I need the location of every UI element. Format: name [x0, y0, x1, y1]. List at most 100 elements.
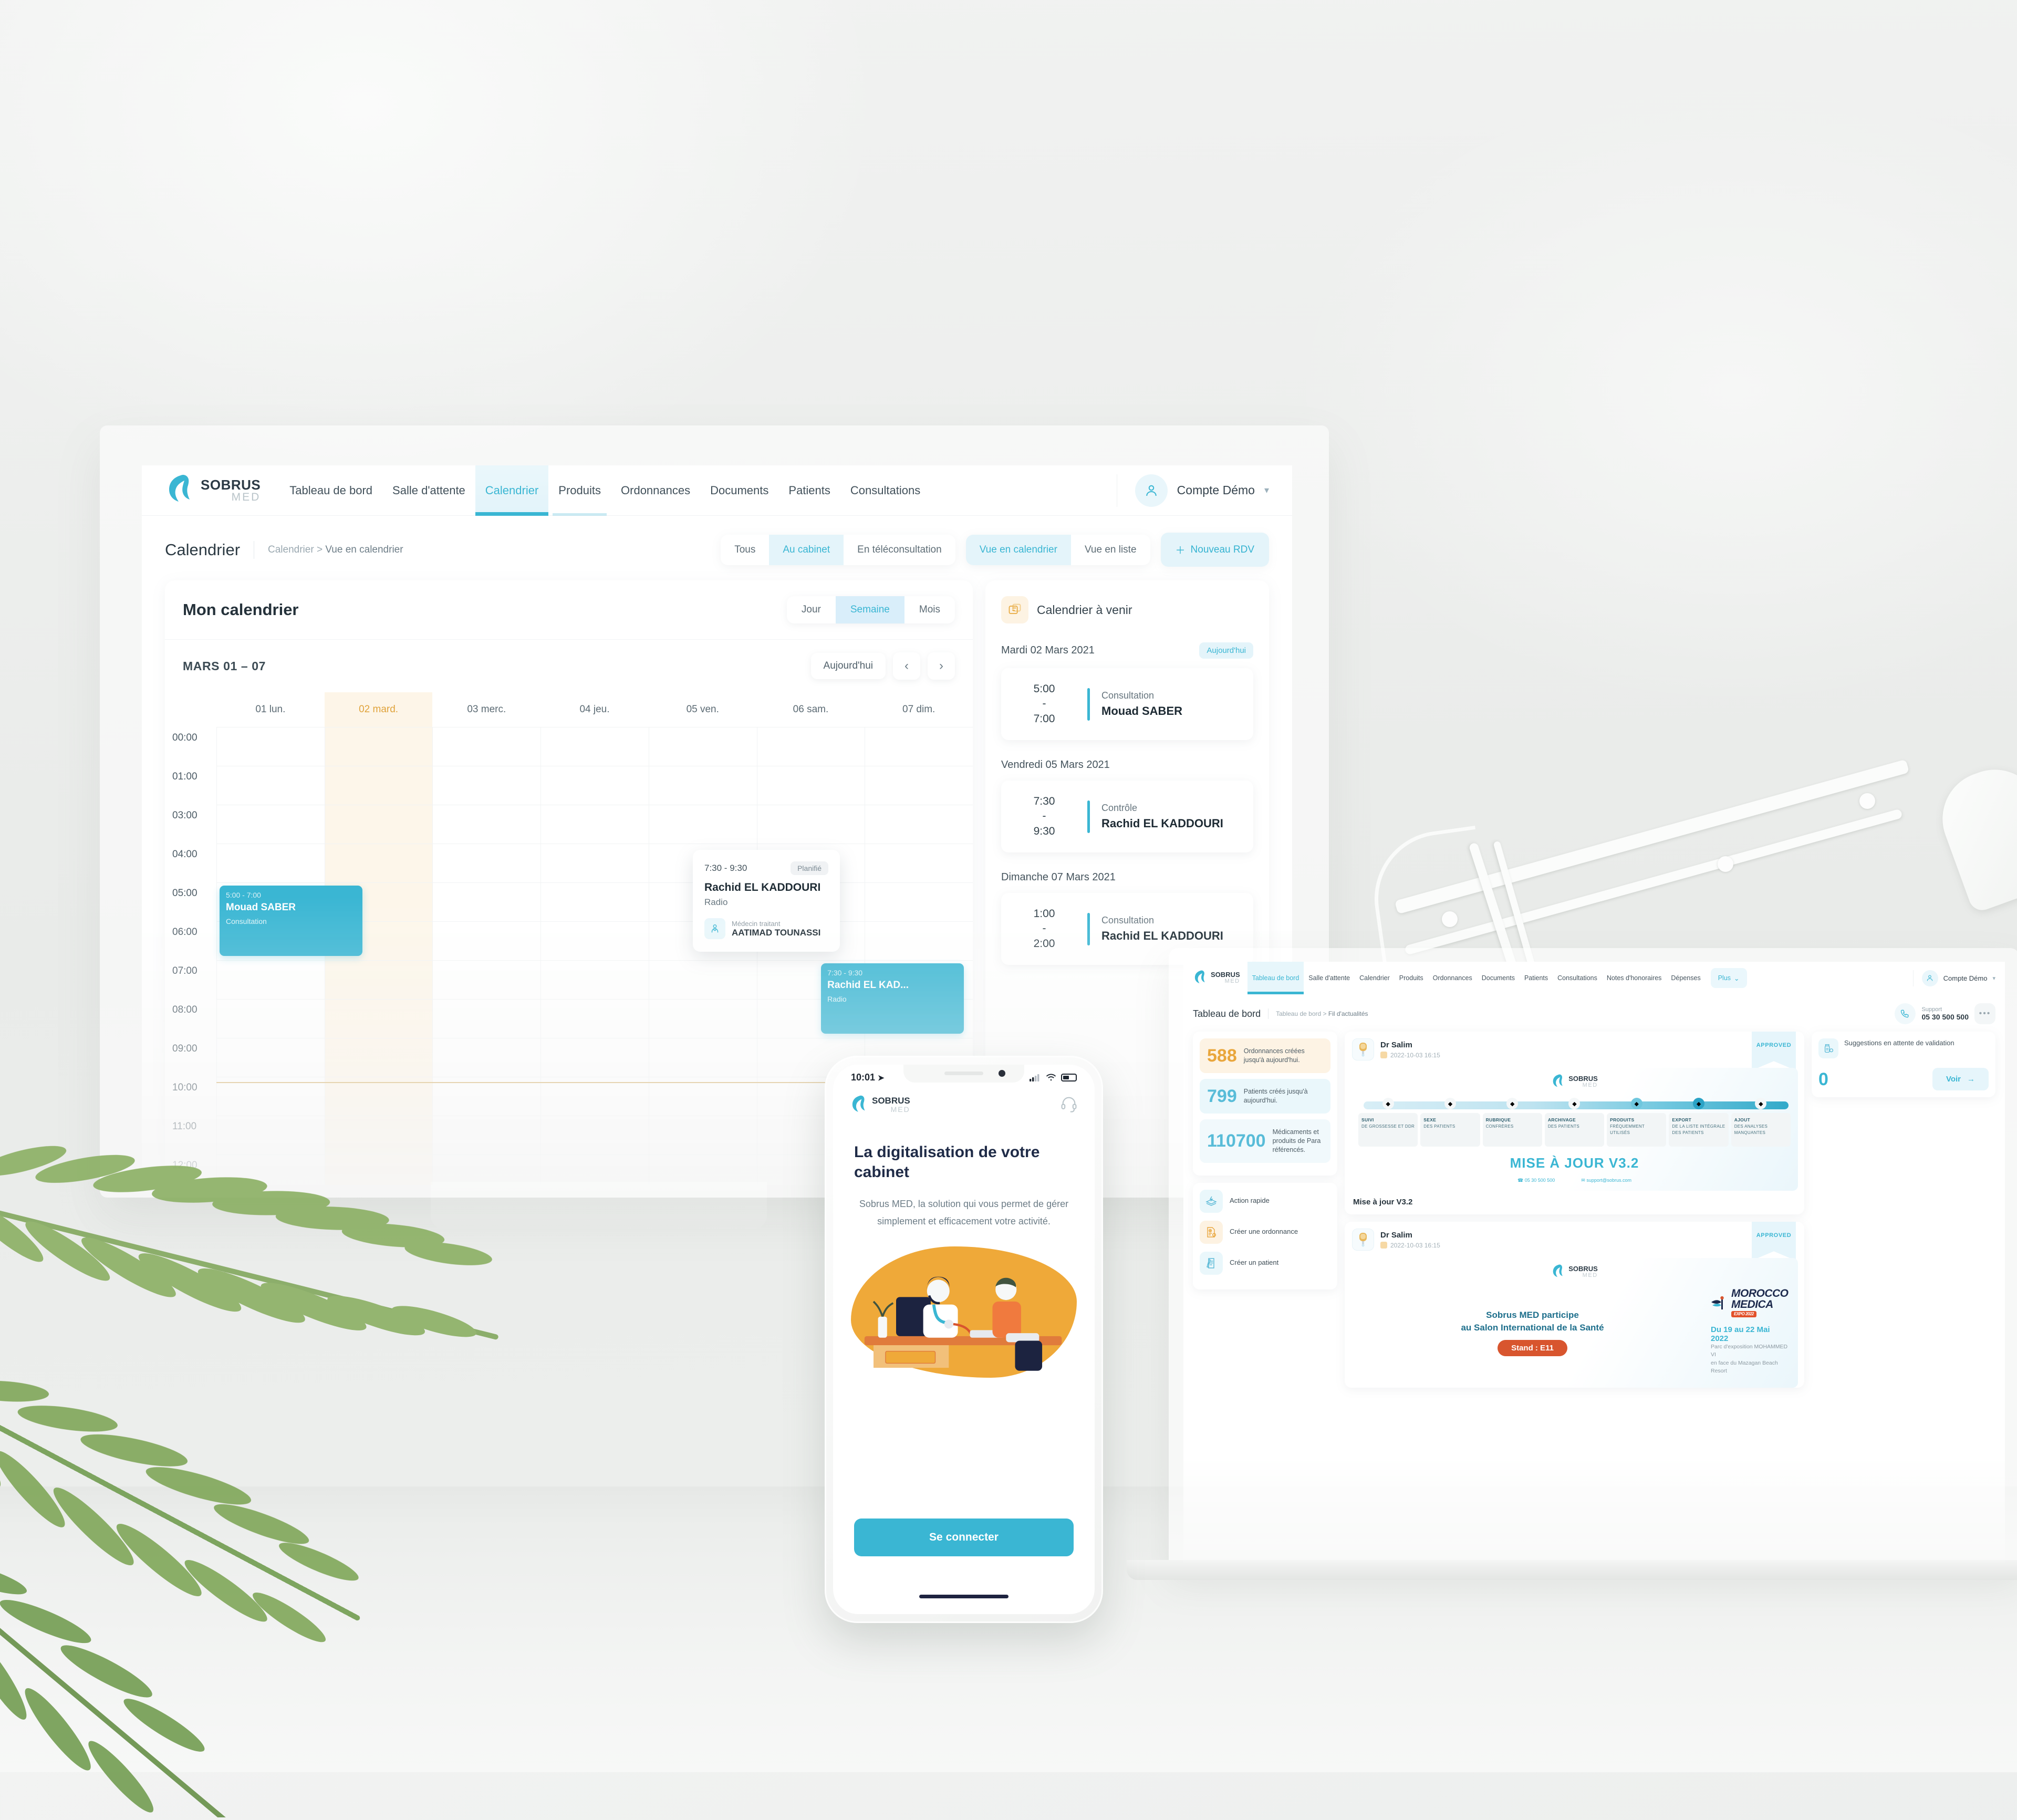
nav-item-produits[interactable]: Produits [548, 465, 611, 516]
view-suggestions-button[interactable]: Voir → [1932, 1068, 1989, 1090]
breadcrumb-root[interactable]: Calendrier [268, 544, 314, 555]
calendar-cell[interactable] [648, 999, 757, 1038]
calendar-cell[interactable] [540, 1116, 649, 1155]
calendar-cell[interactable] [216, 766, 325, 805]
calendar-cell[interactable] [432, 844, 541, 882]
calendar-cell[interactable] [865, 882, 973, 921]
calendar-cell[interactable] [648, 1038, 757, 1077]
filter-tous[interactable]: Tous [721, 535, 769, 565]
calendar-cell[interactable] [432, 1116, 541, 1155]
calendar-cell[interactable] [324, 766, 433, 805]
calendar-cell[interactable] [756, 727, 865, 766]
laptop-account-menu[interactable]: Compte Démo ▾ [1912, 970, 1995, 986]
calendar-cell[interactable] [432, 882, 541, 921]
calendar-cell[interactable] [540, 1038, 649, 1077]
account-menu[interactable]: Compte Démo ▾ [1116, 474, 1269, 507]
calendar-cell[interactable] [216, 727, 325, 766]
appointment-row[interactable]: 7:30 - 9:30 Contrôle Rachid EL KADDOURI [1001, 781, 1253, 853]
calendar-cell[interactable] [324, 1038, 433, 1077]
calendar-cell[interactable] [324, 727, 433, 766]
login-button[interactable]: Se connecter [854, 1519, 1074, 1556]
calendar-cell[interactable] [648, 1155, 757, 1185]
calendar-cell[interactable] [432, 1155, 541, 1185]
calendar-cell[interactable] [216, 805, 325, 844]
nav-item-calendrier[interactable]: Calendrier [475, 465, 549, 516]
view-vue-en-liste[interactable]: Vue en liste [1071, 535, 1150, 565]
ellipsis-icon[interactable]: ••• [1974, 1003, 1995, 1024]
calendar-cell[interactable] [432, 805, 541, 844]
calendar-cell[interactable] [756, 766, 865, 805]
calendar-cell[interactable] [216, 1038, 325, 1077]
calendar-cell[interactable] [865, 805, 973, 844]
range-semaine[interactable]: Semaine [835, 596, 904, 623]
nav-item-d-penses[interactable]: Dépenses [1666, 962, 1705, 994]
support-block[interactable]: Support 05 30 500 500 ••• [1895, 1003, 1995, 1024]
calendar-cell[interactable] [324, 960, 433, 999]
calendar-event[interactable]: 5:00 - 7:00 Mouad SABER Consultation [220, 886, 363, 956]
calendar-cell[interactable] [216, 1116, 325, 1155]
calendar-cell[interactable] [432, 727, 541, 766]
calendar-cell[interactable] [865, 921, 973, 960]
nav-more-button[interactable]: Plus ⌄ [1710, 968, 1747, 988]
calendar-cell[interactable] [432, 960, 541, 999]
calendar-cell[interactable] [865, 844, 973, 882]
chevron-down-icon[interactable]: ▾ [1992, 975, 1995, 982]
calendar-cell[interactable] [540, 921, 649, 960]
appointment-popover[interactable]: 7:30 - 9:30 Planifié Rachid EL KADDOURI … [693, 850, 840, 952]
appointment-row[interactable]: 5:00 - 7:00 Consultation Mouad SABER [1001, 668, 1253, 741]
calendar-cell[interactable] [324, 1155, 433, 1185]
calendar-cell[interactable] [648, 766, 757, 805]
calendar-cell[interactable] [324, 1116, 433, 1155]
nav-item-ordonnances[interactable]: Ordonnances [1428, 962, 1477, 994]
calendar-cell[interactable] [432, 1038, 541, 1077]
nav-item-salle-d-attente[interactable]: Salle d'attente [1304, 962, 1355, 994]
calendar-cell[interactable] [648, 960, 757, 999]
nav-item-consultations[interactable]: Consultations [840, 465, 930, 516]
quick-action[interactable]: Créer une ordonnance [1200, 1220, 1330, 1244]
calendar-cell[interactable] [865, 766, 973, 805]
nav-item-documents[interactable]: Documents [700, 465, 778, 516]
nav-item-ordonnances[interactable]: Ordonnances [611, 465, 700, 516]
today-button[interactable]: Aujourd'hui [810, 653, 886, 679]
calendar-cell[interactable] [216, 844, 325, 882]
filter-en-t-l-consultation[interactable]: En téléconsultation [844, 535, 955, 565]
calendar-cell[interactable] [648, 727, 757, 766]
calendar-cell[interactable] [540, 844, 649, 882]
new-appointment-button[interactable]: ＋ Nouveau RDV [1160, 533, 1269, 567]
nav-item-patients[interactable]: Patients [778, 465, 840, 516]
calendar-cell[interactable] [865, 727, 973, 766]
calendar-cell[interactable] [540, 766, 649, 805]
calendar-cell[interactable] [324, 805, 433, 844]
calendar-cell[interactable] [648, 805, 757, 844]
nav-item-consultations[interactable]: Consultations [1553, 962, 1602, 994]
calendar-cell[interactable] [432, 766, 541, 805]
calendar-cell[interactable] [648, 1116, 757, 1155]
calendar-cell[interactable] [540, 727, 649, 766]
headset-icon[interactable] [1060, 1095, 1078, 1115]
quick-action[interactable]: Créer un patient [1200, 1251, 1330, 1275]
nav-item-tableau-de-bord[interactable]: Tableau de bord [1247, 962, 1304, 994]
range-mois[interactable]: Mois [904, 596, 955, 623]
sobrus-logo[interactable]: SOBRUS MED [165, 474, 261, 507]
calendar-cell[interactable] [540, 960, 649, 999]
nav-item-calendrier[interactable]: Calendrier [1355, 962, 1395, 994]
calendar-cell[interactable] [216, 999, 325, 1038]
calendar-cell[interactable] [540, 999, 649, 1038]
calendar-cell[interactable] [216, 1155, 325, 1185]
calendar-cell[interactable] [324, 844, 433, 882]
chevron-left-icon[interactable]: ‹ [893, 652, 920, 680]
calendar-cell[interactable] [324, 999, 433, 1038]
nav-item-produits[interactable]: Produits [1395, 962, 1428, 994]
calendar-cell[interactable] [540, 882, 649, 921]
nav-item-patients[interactable]: Patients [1520, 962, 1553, 994]
view-vue-en-calendrier[interactable]: Vue en calendrier [965, 534, 1071, 565]
filter-au-cabinet[interactable]: Au cabinet [769, 534, 844, 565]
chevron-down-icon[interactable]: ▾ [1264, 485, 1269, 496]
nav-item-documents[interactable]: Documents [1477, 962, 1520, 994]
nav-item-salle-d-attente[interactable]: Salle d'attente [382, 465, 475, 516]
calendar-cell[interactable] [540, 1155, 649, 1185]
range-jour[interactable]: Jour [787, 596, 836, 623]
sobrus-logo[interactable]: SOBRUS MED [1193, 970, 1240, 986]
calendar-cell[interactable] [540, 805, 649, 844]
calendar-cell[interactable] [756, 805, 865, 844]
